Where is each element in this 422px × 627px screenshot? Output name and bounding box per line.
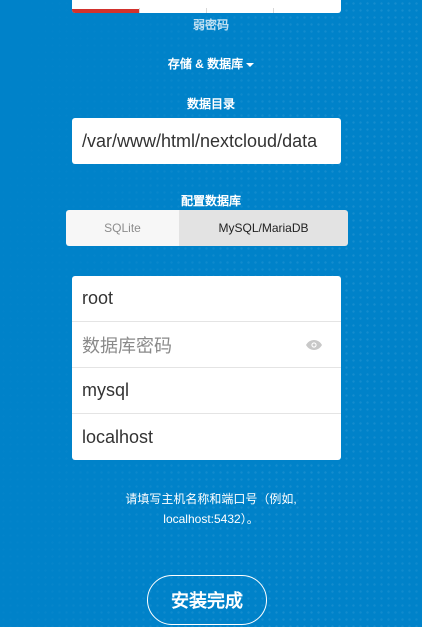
database-config-label: 配置数据库 bbox=[180, 194, 241, 208]
storage-database-toggle[interactable]: 存储 & 数据库 bbox=[0, 55, 422, 72]
database-host-hint: 请填写主机名称和端口号（例如, localhost:5432）。 bbox=[0, 489, 422, 529]
strength-divider bbox=[273, 8, 274, 13]
database-host-hint-line: 请填写主机名称和端口号（例如, bbox=[125, 492, 297, 506]
database-host-value: localhost bbox=[82, 426, 154, 447]
database-type-tabs: SQLite MySQL/MariaDB bbox=[66, 210, 348, 246]
caret-down-icon bbox=[246, 62, 255, 67]
storage-database-toggle-label: 存储 & 数据库 bbox=[167, 57, 244, 71]
database-name-value: mysql bbox=[82, 380, 130, 400]
eye-icon[interactable] bbox=[306, 339, 322, 350]
data-directory-label: 数据目录 bbox=[186, 97, 235, 111]
database-host-input[interactable]: localhost bbox=[72, 414, 341, 460]
database-host-hint-line: localhost:5432）。 bbox=[163, 512, 259, 526]
finish-setup-button[interactable]: 安装完成 bbox=[147, 575, 267, 625]
password-strength-label: 弱密码 bbox=[192, 18, 229, 32]
data-directory-input[interactable]: /var/www/html/nextcloud/data bbox=[72, 118, 341, 164]
tab-sqlite[interactable]: SQLite bbox=[66, 210, 179, 246]
database-user-value: root bbox=[82, 288, 114, 308]
tab-mysql-mariadb[interactable]: MySQL/MariaDB bbox=[179, 210, 348, 246]
database-user-input[interactable]: root bbox=[72, 276, 341, 322]
database-password-input[interactable]: 数据库密码 bbox=[72, 322, 341, 368]
database-password-placeholder: 数据库密码 bbox=[82, 335, 172, 356]
database-fields-group: root 数据库密码 mysql localhost bbox=[72, 276, 341, 460]
password-strength-fill bbox=[72, 9, 139, 13]
strength-divider bbox=[139, 8, 140, 13]
database-name-input[interactable]: mysql bbox=[72, 368, 341, 414]
password-strength-meter bbox=[72, 0, 341, 13]
strength-divider bbox=[206, 8, 207, 13]
